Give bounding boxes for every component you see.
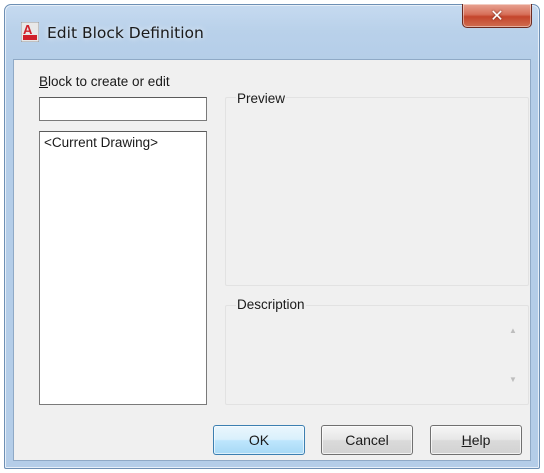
block-name-label-accelerator: B (39, 74, 49, 89)
list-item[interactable]: <Current Drawing> (44, 135, 158, 150)
description-group (225, 305, 529, 405)
block-name-label: Block to create or edit (39, 74, 170, 89)
scroll-down-icon[interactable]: ▼ (507, 374, 519, 386)
window-title: Edit Block Definition (47, 24, 204, 42)
preview-group (225, 97, 529, 286)
help-label-text: elp (471, 432, 491, 448)
title-bar[interactable]: A Edit Block Definition ✕ (5, 4, 539, 59)
svg-text:A: A (23, 22, 33, 37)
block-list[interactable]: <Current Drawing> (39, 131, 207, 405)
preview-label: Preview (236, 91, 287, 106)
ok-button[interactable]: OK (213, 425, 305, 455)
help-accelerator: H (461, 432, 472, 448)
dialog-client-area: Block to create or edit <Current Drawing… (13, 59, 531, 461)
block-name-label-text: lock to create or edit (48, 74, 170, 89)
cancel-button[interactable]: Cancel (321, 425, 413, 455)
dialog-window: A Edit Block Definition ✕ Block to creat… (4, 4, 540, 469)
close-button[interactable]: ✕ (462, 4, 532, 28)
close-icon: ✕ (490, 6, 504, 25)
block-name-input[interactable] (39, 97, 207, 121)
scroll-up-icon[interactable]: ▲ (507, 325, 519, 337)
autocad-a-icon: A (21, 22, 39, 42)
help-button[interactable]: Help (430, 425, 522, 455)
description-label: Description (236, 297, 306, 312)
